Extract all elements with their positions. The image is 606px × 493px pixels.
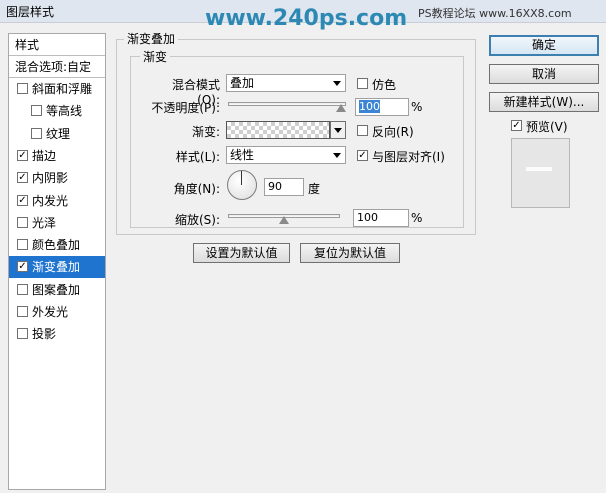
style-item-label: 颜色叠加 [32,238,81,253]
angle-dial-needle [241,171,242,185]
style-item-label: 图案叠加 [32,282,81,297]
style-item-label: 内发光 [32,193,69,208]
style-item-label: 描边 [32,148,57,163]
style-item-checkbox[interactable]: ✓ [17,172,28,184]
gradient-picker-button[interactable] [330,121,346,139]
opacity-value: 100 [359,100,380,113]
style-item-checkbox[interactable] [17,306,28,317]
scale-label: 缩放(S): [174,213,220,227]
chevron-down-icon [333,153,341,158]
style-item-checkbox[interactable]: ✓ [17,149,28,161]
angle-unit: 度 [308,182,321,196]
preview-label: 预览(V) [526,120,568,134]
blend-options-label: 混合选项:自定 [15,60,92,74]
style-item[interactable]: ✓ 内发光 [9,190,105,212]
style-item-checkbox[interactable] [31,105,42,117]
blend-options-item[interactable]: 混合选项:自定 [9,56,105,78]
angle-dial[interactable] [227,170,257,200]
style-item-label: 投影 [32,327,57,342]
reverse-label: 反向(R) [372,125,414,139]
opacity-label: 不透明度(P): [151,101,220,115]
chevron-down-icon [333,81,341,86]
section-title: 渐变叠加 [124,30,179,47]
styles-header[interactable]: 样式 [9,34,105,56]
style-value: 线性 [230,148,255,162]
style-item-label: 纹理 [46,126,71,141]
style-item[interactable]: 颜色叠加 [9,234,105,256]
reverse-checkbox[interactable] [357,125,368,136]
style-item-checkbox[interactable] [17,239,28,251]
opacity-unit: % [411,100,423,114]
angle-label: 角度(N): [173,182,220,196]
style-preview-thumbnail [511,138,570,208]
style-item-checkbox[interactable] [17,283,28,295]
style-item-label: 渐变叠加 [32,260,81,275]
opacity-slider-thumb[interactable] [336,104,346,112]
window-title: 图层样式 [6,5,55,19]
style-item[interactable]: 外发光 [9,301,105,323]
cancel-button[interactable]: 取消 [489,64,599,84]
watermark-side-text: PS教程论坛 www.16XX8.com [418,7,572,20]
style-item[interactable]: ✓ 渐变叠加 [9,256,105,279]
style-item-label: 内阴影 [32,171,69,186]
style-item-label: 光泽 [32,215,57,230]
preview-checkbox[interactable]: ✓ [511,120,522,131]
style-item[interactable]: 等高线 [9,100,105,122]
subsection-title: 渐变 [140,48,171,65]
style-item-label: 外发光 [32,305,69,319]
gradient-swatch[interactable] [226,121,330,139]
chevron-down-icon [334,128,342,133]
style-item[interactable]: 光泽 [9,212,105,234]
angle-input[interactable]: 90 [264,178,304,196]
preview-swatch [526,167,552,171]
watermark-text: www.240ps.com [205,6,408,31]
scale-unit: % [411,211,423,225]
align-checkbox[interactable]: ✓ [357,150,368,161]
style-item[interactable]: ✓ 内阴影 [9,167,105,189]
style-item[interactable]: 纹理 [9,123,105,145]
styles-list-panel: 样式 混合选项:自定 斜面和浮雕等高线纹理 ✓ 描边 ✓ 内阴影 ✓ 内发光光泽颜色叠加 ✓ 渐… [8,33,106,490]
style-item-label: 等高线 [46,104,83,119]
scale-value: 100 [357,211,378,224]
scale-slider-thumb[interactable] [279,216,289,224]
make-default-button[interactable]: 设置为默认值 [193,243,290,263]
style-item[interactable]: 图案叠加 [9,279,105,301]
gradient-label: 渐变: [191,125,220,139]
style-item-checkbox[interactable] [17,328,28,340]
style-select[interactable]: 线性 [226,146,346,164]
style-item-checkbox[interactable]: ✓ [17,194,28,206]
style-item[interactable]: 斜面和浮雕 [9,78,105,100]
style-item[interactable]: 投影 [9,323,105,345]
dither-label: 仿色 [372,78,397,92]
styles-header-label: 样式 [15,38,40,52]
opacity-input[interactable]: 100 [355,98,409,116]
blend-mode-select[interactable]: 叠加 [226,74,346,92]
style-item[interactable]: ✓ 描边 [9,145,105,167]
ok-button[interactable]: 确定 [489,35,599,56]
style-item-checkbox[interactable] [17,83,28,94]
align-label: 与图层对齐(I) [372,150,445,164]
opacity-slider-track[interactable] [228,102,346,106]
dither-checkbox[interactable] [357,78,368,89]
blend-mode-value: 叠加 [230,76,255,90]
new-style-button[interactable]: 新建样式(W)... [489,92,599,112]
reset-default-button[interactable]: 复位为默认值 [300,243,400,263]
style-item-checkbox[interactable] [17,216,28,228]
angle-value: 90 [268,180,282,193]
style-item-checkbox[interactable] [31,127,42,139]
style-item-checkbox[interactable]: ✓ [17,261,28,273]
scale-input[interactable]: 100 [353,209,409,227]
style-label: 样式(L): [175,150,220,164]
style-item-label: 斜面和浮雕 [32,82,93,96]
